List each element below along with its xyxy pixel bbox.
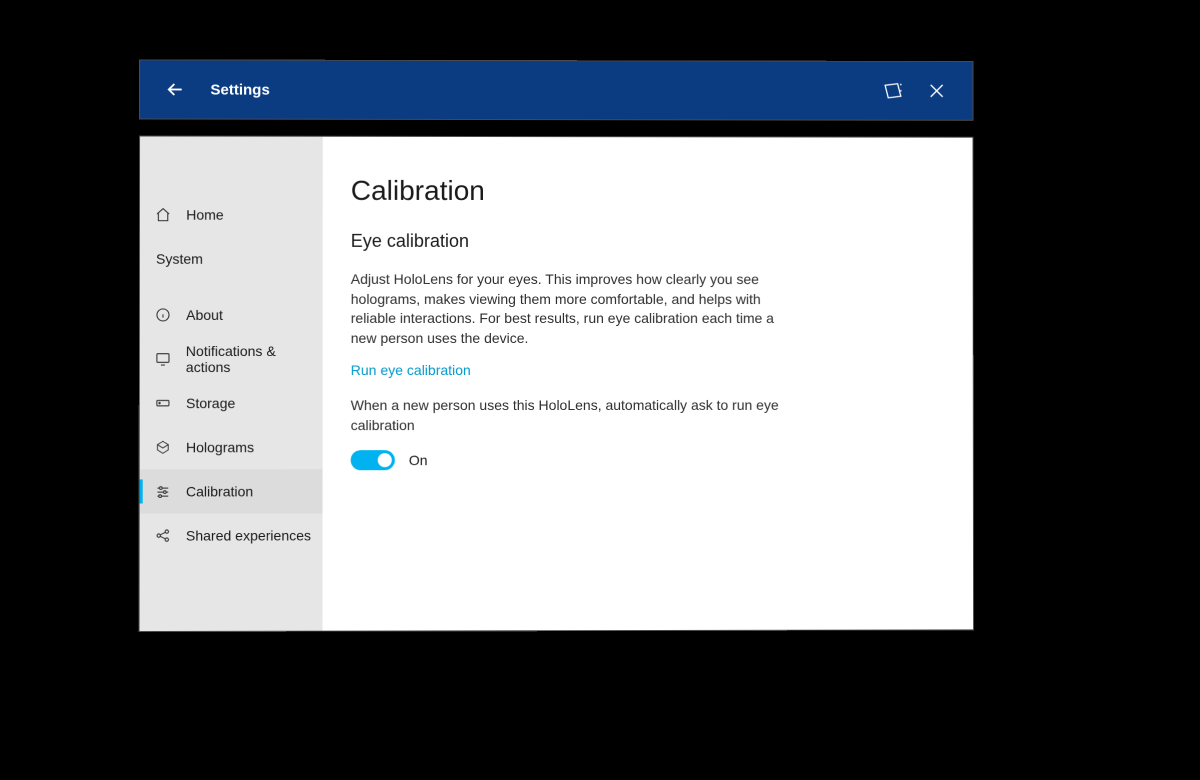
notifications-icon [154,350,172,368]
sidebar-item-label: Home [186,207,224,223]
sidebar-item-label: Notifications & actions [186,343,323,375]
sidebar: Home System About [140,137,323,632]
sidebar-section-label: System [156,251,203,267]
sidebar-item-label: Calibration [186,483,253,499]
page-title: Calibration [351,175,945,208]
home-icon [154,206,172,224]
sidebar-item-calibration[interactable]: Calibration [140,469,323,513]
sidebar-section-system[interactable]: System [140,237,323,281]
title-bar: Settings [139,59,973,120]
section-title: Eye calibration [351,231,945,252]
section-description: Adjust HoloLens for your eyes. This impr… [351,270,791,348]
settings-window: Home System About [139,136,975,633]
sidebar-item-shared-experiences[interactable]: Shared experiences [140,513,323,557]
back-button[interactable] [158,72,192,106]
sidebar-item-label: Holograms [186,439,254,455]
auto-calibration-toggle-row: On [351,449,945,469]
sidebar-item-label: Shared experiences [186,527,311,543]
sidebar-item-label: Storage [186,395,235,411]
sidebar-item-holograms[interactable]: Holograms [140,425,323,469]
sidebar-item-about[interactable]: About [140,293,323,337]
close-icon [928,82,946,100]
calibration-icon [154,482,172,500]
sidebar-item-home[interactable]: Home [140,193,323,237]
storage-icon [154,394,172,412]
info-icon [154,306,172,324]
holograms-icon [154,438,172,456]
holographic-mode-icon [882,82,904,100]
toggle-state-label: On [409,452,428,468]
app-title: Settings [210,81,269,98]
auto-calibration-toggle[interactable] [351,450,395,470]
sidebar-item-label: About [186,307,223,323]
content-pane: Calibration Eye calibration Adjust HoloL… [322,137,973,631]
run-calibration-link[interactable]: Run eye calibration [351,362,471,378]
shared-experiences-icon [154,527,172,545]
sidebar-item-storage[interactable]: Storage [140,381,323,425]
toggle-description: When a new person uses this HoloLens, au… [351,396,791,435]
sidebar-item-notifications[interactable]: Notifications & actions [140,337,323,381]
close-button[interactable] [915,69,959,113]
back-arrow-icon [164,78,186,100]
holographic-mode-button[interactable] [871,69,915,113]
